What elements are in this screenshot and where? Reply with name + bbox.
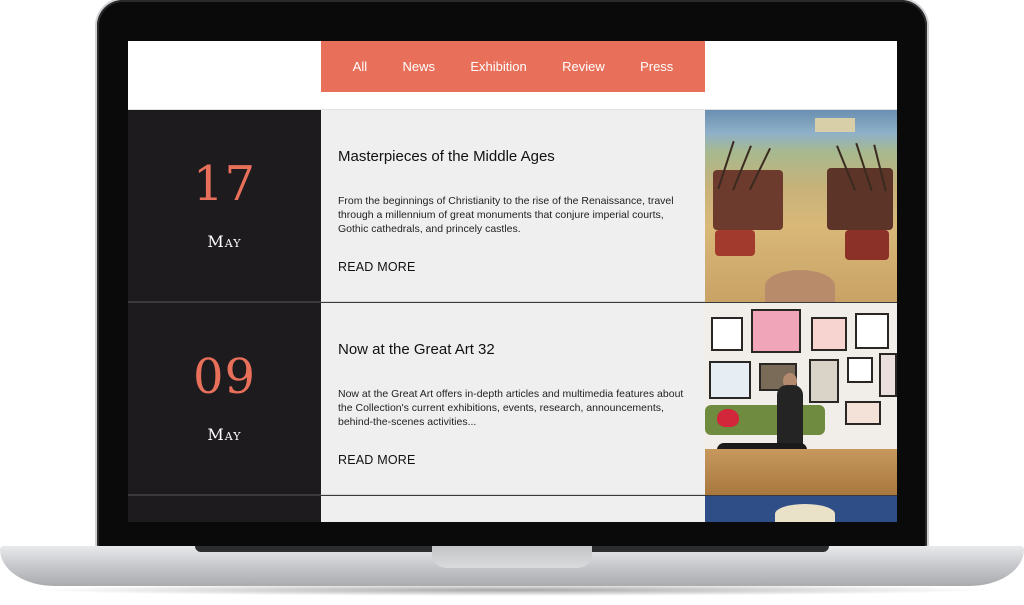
art-collector-gallery-photo[interactable] <box>705 303 897 495</box>
event-row-partial <box>128 496 897 522</box>
category-filter-nav: All News Exhibition Review Press <box>321 41 705 92</box>
framed-artwork <box>809 359 839 403</box>
event-row: 09 May Now at the Great Art 32 Now at th… <box>128 303 897 496</box>
event-row: 17 May Masterpieces of the Middle Ages F… <box>128 110 897 303</box>
event-day: 17 <box>192 156 257 212</box>
framed-artwork <box>855 313 889 349</box>
event-content: Now at the Great Art 32 Now at the Great… <box>321 303 705 495</box>
nav-item-exhibition[interactable]: Exhibition <box>470 59 526 74</box>
medieval-battle-painting[interactable] <box>705 110 897 302</box>
event-title[interactable]: Masterpieces of the Middle Ages <box>338 148 689 165</box>
read-more-link[interactable]: READ MORE <box>338 260 416 274</box>
framed-artwork <box>811 317 847 351</box>
red-pillow <box>717 409 739 427</box>
army-right-front <box>845 230 889 260</box>
nav-item-review[interactable]: Review <box>562 59 605 74</box>
framed-artwork <box>845 401 881 425</box>
nav-item-news[interactable]: News <box>402 59 435 74</box>
event-month: May <box>207 232 242 251</box>
event-date <box>128 496 321 522</box>
event-month: May <box>207 425 242 444</box>
framed-artwork <box>751 309 801 353</box>
event-date: 09 May <box>128 303 321 495</box>
header-bar: All News Exhibition Review Press <box>128 41 897 110</box>
nav-item-all[interactable]: All <box>353 59 367 74</box>
laptop-notch <box>432 546 592 568</box>
event-date: 17 May <box>128 110 321 302</box>
army-left <box>713 170 783 230</box>
wooden-floor <box>705 449 897 495</box>
event-title[interactable]: Now at the Great Art 32 <box>338 341 689 358</box>
event-description: Now at the Great Art offers in-depth art… <box>338 388 684 428</box>
framed-artwork <box>709 361 751 399</box>
artwork-thumbnail[interactable] <box>705 496 897 522</box>
castle <box>815 118 855 132</box>
rock <box>765 270 835 302</box>
laptop-screen: All News Exhibition Review Press 17 May … <box>128 41 897 522</box>
artwork-detail <box>775 504 835 522</box>
army-left-front <box>715 230 755 256</box>
nav-item-press[interactable]: Press <box>640 59 673 74</box>
event-content: Masterpieces of the Middle Ages From the… <box>321 110 705 302</box>
event-description: From the beginnings of Christianity to t… <box>338 195 674 235</box>
read-more-link[interactable]: READ MORE <box>338 453 416 467</box>
framed-artwork <box>847 357 873 383</box>
event-content <box>321 496 705 522</box>
event-day: 09 <box>192 349 257 405</box>
framed-artwork <box>879 353 897 397</box>
framed-artwork <box>711 317 743 351</box>
